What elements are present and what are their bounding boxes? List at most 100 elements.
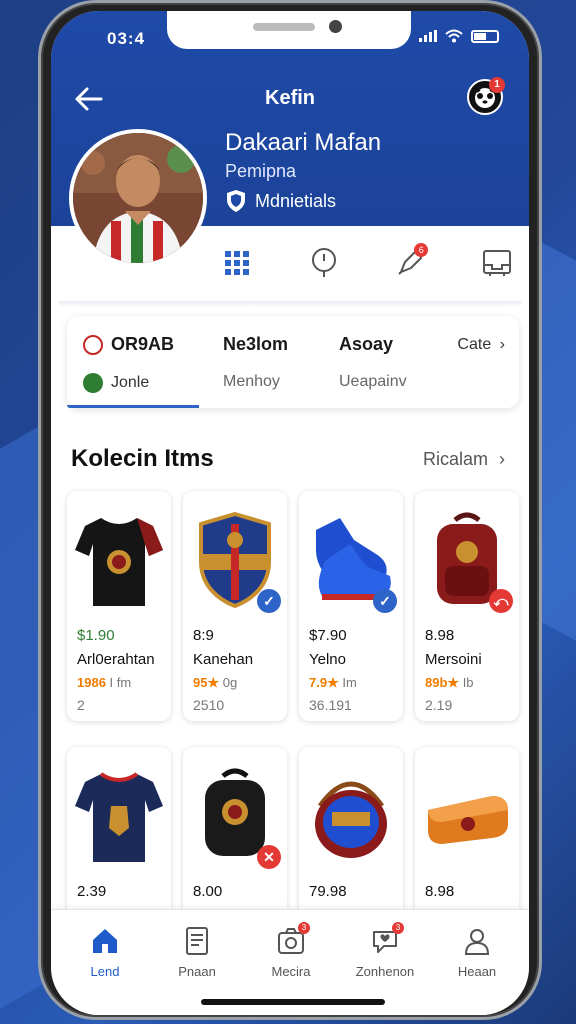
item-card[interactable]: $1.90 Arl0erahtan 1986 I fm 2 xyxy=(67,491,171,721)
item-price: 8:9 xyxy=(193,627,214,644)
nav-messages[interactable]: 3 Zonhenon xyxy=(337,922,433,979)
case-icon xyxy=(419,757,515,875)
tray-icon xyxy=(482,250,511,276)
item-meta: 2.19 xyxy=(425,697,453,713)
nav-documents[interactable]: Pnaan xyxy=(149,926,245,979)
home-icon xyxy=(90,926,120,956)
signal-icon xyxy=(419,30,437,42)
check-badge-icon: ✓ xyxy=(257,589,281,613)
page-title: Kefin xyxy=(265,87,315,109)
pin-icon xyxy=(311,248,336,277)
battery-icon xyxy=(471,29,499,43)
player-photo xyxy=(73,133,203,263)
remove-badge-icon: ⤺ xyxy=(489,589,513,613)
phone-frame: 03:4 Kefin 1 Dakaari Mafan Pemipna Mdnie… xyxy=(38,0,542,1020)
stat-column[interactable]: Ne3lom Menhoy xyxy=(223,334,288,391)
item-price: 8.98 xyxy=(425,883,455,900)
wifi-icon xyxy=(445,29,463,43)
divider xyxy=(59,301,521,307)
nav-label: Pnaan xyxy=(178,964,216,979)
app-screen: 03:4 Kefin 1 Dakaari Mafan Pemipna Mdnie… xyxy=(51,11,529,1015)
home-indicator[interactable] xyxy=(201,999,385,1005)
jersey-navy-icon xyxy=(71,757,167,875)
speaker xyxy=(253,23,315,31)
nav-label: Zonhenon xyxy=(355,964,415,979)
location-button[interactable] xyxy=(304,243,344,283)
shield-icon xyxy=(227,190,245,212)
item-rating: 1986 I fm xyxy=(77,675,132,690)
stat-value: Ne3lom xyxy=(223,334,289,354)
notification-badge: 3 xyxy=(298,922,310,934)
stat-label: Menhoy xyxy=(223,373,280,390)
item-rating: 7.9★ Im xyxy=(309,675,357,690)
profile-icon xyxy=(462,926,492,956)
notification-badge: 6 xyxy=(414,243,429,257)
chevron-right-icon: › xyxy=(499,336,505,353)
remove-badge-icon: ✕ xyxy=(257,845,281,869)
chevron-right-icon: › xyxy=(499,449,505,469)
nav-label: Lend xyxy=(90,964,120,979)
stat-column[interactable]: OR9AB Jonle xyxy=(83,334,174,394)
item-price: $7.90 xyxy=(309,627,347,644)
notification-badge: 3 xyxy=(392,922,404,934)
status-time: 03:4 xyxy=(107,29,146,48)
item-price: $1.90 xyxy=(77,627,115,644)
stat-column[interactable]: Asoay Ueapainv xyxy=(339,334,407,391)
document-icon xyxy=(182,926,212,956)
profile-action-bar: 6 xyxy=(217,243,517,283)
stat-label: Jonle xyxy=(83,373,174,394)
item-card[interactable]: ✓ $7.90 Yelno 7.9★ Im 36.191 xyxy=(299,491,403,721)
section-title: Kolecin Itms xyxy=(71,445,214,472)
stats-more-link[interactable]: Cate › xyxy=(457,336,505,354)
item-rating: 89b★ Ib xyxy=(425,675,474,690)
chat-heart-icon: 3 xyxy=(370,922,404,956)
club-logo-button[interactable]: 1 xyxy=(467,77,505,115)
camera-icon: 3 xyxy=(276,922,310,956)
bag-icon xyxy=(303,757,399,875)
club-name: Mdnietials xyxy=(255,190,337,211)
status-icons xyxy=(419,29,499,43)
notch xyxy=(167,11,411,49)
item-name: Arl0erahtan xyxy=(77,651,155,668)
view-all-link[interactable]: Ricalam › xyxy=(423,449,505,470)
item-card[interactable]: ✓ 8:9 Kanehan 95★ 0g 2510 xyxy=(183,491,287,721)
item-name: Yelno xyxy=(309,651,346,668)
nav-label: Heaan xyxy=(457,964,497,979)
nav-label: Mecira xyxy=(271,964,311,979)
check-badge-icon: ✓ xyxy=(373,589,397,613)
nav-home[interactable]: Lend xyxy=(57,926,153,979)
item-price: 8.98 xyxy=(425,627,455,644)
nav-profile[interactable]: Heaan xyxy=(429,926,525,979)
item-name: Kanehan xyxy=(193,651,254,668)
view-all-label: Ricalam xyxy=(422,449,488,469)
item-price: 79.98 xyxy=(309,883,347,900)
item-meta: 2510 xyxy=(193,697,225,713)
stat-label: Ueapainv xyxy=(339,373,407,390)
grid-view-button[interactable] xyxy=(217,243,257,283)
grid-icon xyxy=(225,251,249,275)
stats-more-label: Cate xyxy=(457,336,492,353)
active-tab-indicator xyxy=(67,405,199,408)
front-camera xyxy=(329,20,342,33)
stats-card: OR9AB Jonle Ne3lom Menhoy Asoay Ueapainv… xyxy=(67,316,519,408)
notification-badge: 1 xyxy=(489,77,505,93)
item-meta: 2 xyxy=(77,697,85,713)
nav-camera[interactable]: 3 Mecira xyxy=(243,922,339,979)
avatar[interactable] xyxy=(69,129,207,267)
item-rating: 95★ 0g xyxy=(193,675,238,690)
profile-subtitle: Pemipna xyxy=(225,161,297,181)
check-circle-icon xyxy=(83,373,103,394)
status-bar: 03:4 xyxy=(51,11,529,61)
profile-name: Dakaari Mafan xyxy=(225,129,382,156)
stat-value: OR9AB xyxy=(83,334,174,356)
item-price: 2.39 xyxy=(77,883,107,900)
stat-value: Asoay xyxy=(339,334,394,354)
item-meta: 36.191 xyxy=(309,697,352,713)
club-row[interactable]: Mdnietials xyxy=(225,189,336,213)
boost-button[interactable]: 6 xyxy=(390,243,430,283)
item-name: Mersoini xyxy=(425,651,482,668)
jersey-icon xyxy=(71,501,167,619)
inbox-button[interactable] xyxy=(477,243,517,283)
item-card[interactable]: ⤺ 8.98 Mersoini 89b★ Ib 2.19 xyxy=(415,491,519,721)
club-badge-icon xyxy=(83,335,103,356)
